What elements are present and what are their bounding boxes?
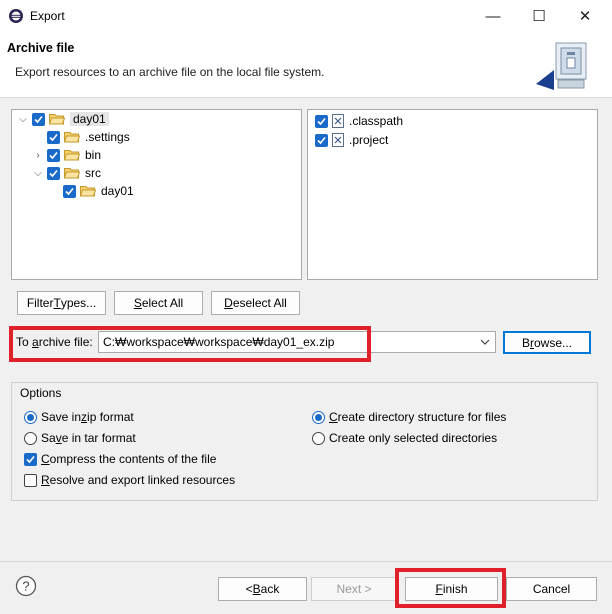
compress-checkbox[interactable]: Compress the contents of the file xyxy=(24,450,216,468)
button-text: < xyxy=(245,582,253,596)
checkbox-checked[interactable] xyxy=(63,184,76,198)
open-folder-icon xyxy=(64,150,80,161)
tree-item-label: day01 xyxy=(70,112,109,126)
maximize-button[interactable]: ☐ xyxy=(516,0,562,32)
resolve-linked-checkbox[interactable]: Resolve and export linked resources xyxy=(24,471,235,489)
button-text: ack xyxy=(260,582,280,596)
radio-selected[interactable] xyxy=(312,410,325,424)
checkbox-checked[interactable] xyxy=(47,130,60,144)
highlight-box-archive xyxy=(9,326,371,362)
checkbox-checked[interactable] xyxy=(47,148,60,162)
button-text: B xyxy=(521,335,530,350)
mnemonic: C xyxy=(329,410,338,424)
open-folder-icon xyxy=(80,186,96,197)
mnemonic: T xyxy=(53,296,61,310)
window-title: Export xyxy=(30,9,65,23)
tree-item-bin[interactable]: › bin xyxy=(32,146,101,164)
button-text: elect All xyxy=(141,296,184,310)
option-text: ompress the contents of the file xyxy=(49,452,217,466)
chevron-down-icon[interactable]: ⌵ xyxy=(32,168,44,179)
resource-tree[interactable]: ⌵ day01 .settings › bin ⌵ src day01 xyxy=(11,109,302,280)
button-text: Filter xyxy=(26,296,54,310)
next-button[interactable]: Next > xyxy=(311,577,397,601)
checkbox-checked[interactable] xyxy=(315,114,328,128)
checkbox-checked[interactable] xyxy=(315,133,328,147)
minimize-button[interactable]: — xyxy=(470,0,516,32)
help-glyph: ? xyxy=(22,579,29,594)
cancel-button[interactable]: Cancel xyxy=(506,577,597,601)
open-folder-icon xyxy=(64,168,80,179)
tree-item-label: .settings xyxy=(85,130,130,144)
option-text: e in tar format xyxy=(61,431,136,445)
checkbox-checked[interactable] xyxy=(47,166,60,180)
option-text: Sa xyxy=(41,431,56,445)
footer-separator xyxy=(0,561,612,562)
open-folder-icon xyxy=(64,132,80,143)
radio-selected[interactable] xyxy=(24,410,37,424)
chevron-down-icon[interactable]: ⌵ xyxy=(17,114,29,125)
tree-item-src[interactable]: ⌵ src xyxy=(32,164,101,182)
create-selected-radio[interactable]: Create only selected directories xyxy=(312,429,497,447)
file-item-classpath[interactable]: .classpath xyxy=(315,112,403,130)
tree-item-day01[interactable]: ⌵ day01 xyxy=(17,110,109,128)
chevron-down-icon[interactable] xyxy=(479,336,491,348)
button-text: owse... xyxy=(534,335,573,350)
mnemonic: C xyxy=(41,452,50,466)
file-item-label: .classpath xyxy=(349,114,404,128)
file-list[interactable]: .classpath .project xyxy=(307,109,598,280)
mnemonic: D xyxy=(224,296,233,310)
tree-item-label: day01 xyxy=(101,184,134,198)
file-item-label: .project xyxy=(349,133,389,147)
deselect-all-button[interactable]: Deselect All xyxy=(211,291,300,315)
option-text: ip format xyxy=(87,410,134,424)
mnemonic: S xyxy=(133,296,142,310)
page-title: Archive file xyxy=(7,41,75,55)
option-text: Save in xyxy=(41,410,82,424)
tree-item-label: bin xyxy=(85,148,102,162)
page-description: Export resources to an archive file on t… xyxy=(15,65,325,79)
close-button[interactable]: ✕ xyxy=(562,0,608,32)
mnemonic: R xyxy=(41,473,50,487)
select-all-button[interactable]: Select All xyxy=(114,291,203,315)
radio-unselected[interactable] xyxy=(24,431,37,445)
filter-types-button[interactable]: Filter Types... xyxy=(17,291,106,315)
tar-format-radio[interactable]: Sa v e in tar format xyxy=(24,429,136,447)
checkbox-unchecked[interactable] xyxy=(24,473,37,487)
chevron-right-icon[interactable]: › xyxy=(32,150,44,161)
tree-item-label: src xyxy=(85,166,101,180)
file-item-project[interactable]: .project xyxy=(315,131,388,149)
create-structure-radio[interactable]: Create directory structure for files xyxy=(312,408,506,426)
checkbox-checked[interactable] xyxy=(24,452,37,466)
radio-unselected[interactable] xyxy=(312,431,325,445)
back-button[interactable]: < Back xyxy=(218,577,307,601)
button-text: eselect All xyxy=(232,296,287,310)
help-icon[interactable]: ? xyxy=(15,575,37,597)
options-group-label: Options xyxy=(18,386,64,400)
xml-file-icon xyxy=(332,133,344,147)
option-text: reate directory structure for files xyxy=(337,410,507,424)
checkbox-checked[interactable] xyxy=(32,112,45,126)
option-text: Create only selected directories xyxy=(329,431,498,445)
browse-button[interactable]: Br owse... xyxy=(503,331,591,354)
mnemonic: B xyxy=(252,582,261,596)
tree-item-src-day01[interactable]: day01 xyxy=(48,182,134,200)
eclipse-app-icon xyxy=(9,9,23,23)
xml-file-icon xyxy=(332,114,344,128)
zip-format-radio[interactable]: Save in z ip format xyxy=(24,408,134,426)
option-text: esolve and export linked resources xyxy=(49,473,236,487)
export-archive-icon xyxy=(536,42,587,90)
button-text: ypes... xyxy=(60,296,97,310)
tree-item-settings[interactable]: .settings xyxy=(32,128,130,146)
open-folder-icon xyxy=(49,114,65,125)
highlight-box-finish xyxy=(395,568,506,608)
